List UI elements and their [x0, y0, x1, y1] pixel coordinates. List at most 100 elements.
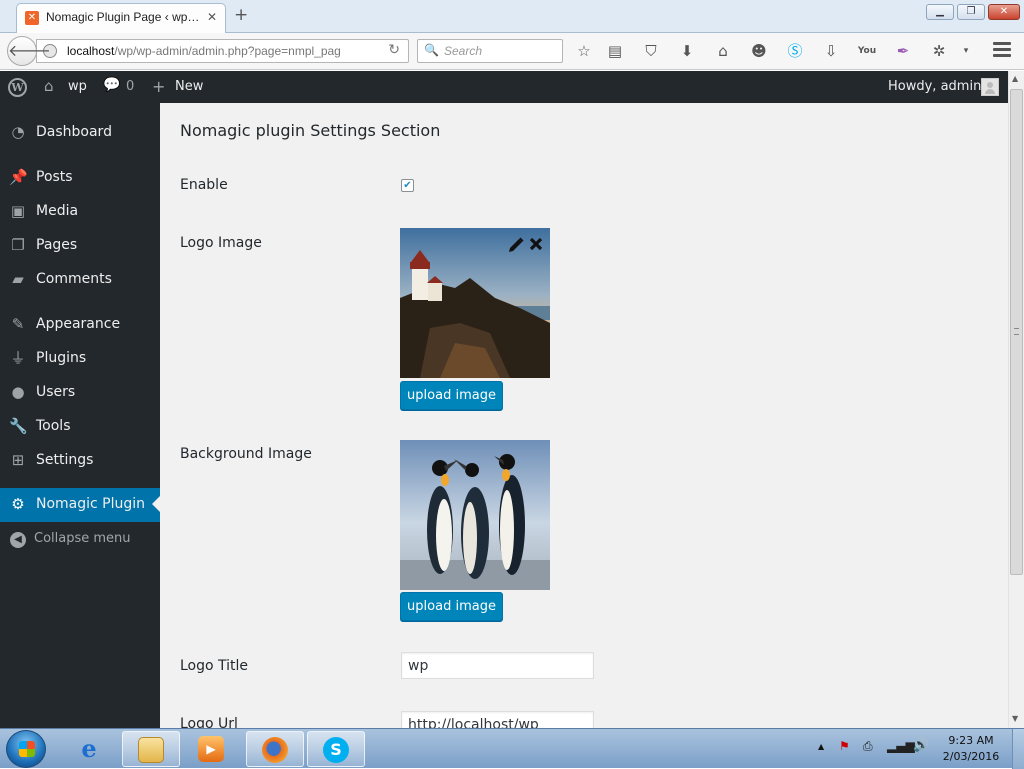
taskbar-firefox[interactable] [246, 731, 304, 767]
sidebar-item-label: Posts [36, 169, 73, 185]
url-bar[interactable]: localhost/wp/wp-admin/admin.php?page=nmp… [36, 39, 409, 63]
enable-checkbox[interactable]: ✔ [401, 179, 414, 192]
file-explorer-icon [138, 737, 164, 763]
media-player-icon: ▶ [198, 736, 224, 762]
plug-icon: ⏚ [10, 349, 26, 367]
pin-icon: 📌 [9, 168, 28, 186]
reload-icon[interactable]: ↻ [388, 42, 400, 58]
search-icon: 🔍 [424, 43, 439, 57]
network-icon[interactable]: ▂▄▆ [887, 739, 915, 753]
sidebar-item-dashboard[interactable]: ◔ Dashboard [0, 116, 160, 150]
downloader-icon[interactable]: ⇩ [821, 41, 841, 61]
reading-list-icon[interactable]: ▤ [605, 41, 625, 61]
comment-bubble-icon[interactable]: 💬 [103, 77, 120, 93]
back-button[interactable]: 🡐 [7, 36, 51, 66]
taskbar-internet-explorer[interactable]: e [61, 731, 119, 767]
window-maximize-button[interactable]: ❐ [957, 4, 985, 20]
tab-title: Nomagic Plugin Page ‹ wp… [46, 10, 200, 24]
internet-explorer-icon: e [81, 734, 97, 763]
pencil-edit-icon[interactable] [507, 236, 525, 254]
sidebar-item-tools[interactable]: 🔧 Tools [0, 410, 160, 444]
sidebar-item-label: Dashboard [36, 124, 112, 140]
download-icon[interactable]: ⬇ [677, 41, 697, 61]
skype-icon[interactable]: Ⓢ [785, 41, 805, 61]
sidebar-item-appearance[interactable]: ✎ Appearance [0, 308, 160, 342]
youtube-icon[interactable]: You [857, 41, 877, 61]
avatar[interactable] [981, 78, 999, 96]
bookmark-star-icon[interactable]: ☆ [574, 41, 594, 61]
vertical-scrollbar[interactable]: ▲ ▼ [1008, 71, 1024, 728]
pocket-icon[interactable]: ⛉ [641, 41, 661, 61]
clock-date: 2/03/2016 [942, 750, 1000, 763]
dropdown-icon[interactable]: ▾ [956, 41, 976, 61]
sidebar-item-pages[interactable]: ❐ Pages [0, 229, 160, 263]
logo-url-label: Logo Url [180, 716, 238, 728]
taskbar-clock[interactable]: 9:23 AM 2/03/2016 [940, 733, 1002, 765]
browser-tab[interactable]: ✕ Nomagic Plugin Page ‹ wp… ✕ [16, 3, 226, 33]
plus-icon[interactable]: + [152, 77, 165, 96]
feather-icon[interactable]: ✒ [893, 41, 913, 61]
window-minimize-button[interactable]: ▁ [926, 4, 954, 20]
upload-logo-image-button[interactable]: upload image [400, 381, 503, 410]
logo-title-input[interactable]: wp [401, 652, 594, 679]
new-tab-button[interactable]: + [234, 5, 248, 25]
start-button[interactable] [6, 730, 46, 768]
settings-content: Nomagic plugin Settings Section Enable ✔… [160, 103, 1008, 728]
wordpress-logo-icon[interactable]: W [8, 78, 27, 97]
extension-icon[interactable]: ✲ [929, 41, 949, 61]
collapse-menu-button[interactable]: ◀ Collapse menu [0, 523, 160, 557]
scroll-up-icon[interactable]: ▲ [1012, 74, 1018, 83]
scroll-down-icon[interactable]: ▼ [1012, 714, 1018, 723]
sidebar-item-users[interactable]: ● Users [0, 376, 160, 410]
windows-logo-icon [19, 741, 35, 757]
sidebar-item-posts[interactable]: 📌 Posts [0, 161, 160, 195]
background-image-label: Background Image [180, 446, 312, 462]
user-icon: ● [11, 383, 25, 401]
logo-image-preview [400, 228, 550, 378]
browser-titlebar: ✕ Nomagic Plugin Page ‹ wp… ✕ + ▁ ❐ ✕ [0, 0, 1024, 33]
enable-label: Enable [180, 177, 228, 193]
action-center-icon[interactable]: ⚑ [839, 739, 850, 753]
menu-icon[interactable] [993, 42, 1011, 60]
sidebar-item-label: Settings [36, 452, 94, 468]
home-icon[interactable]: ⌂ [44, 77, 54, 95]
howdy-user-link[interactable]: Howdy, admin [888, 79, 981, 94]
url-text[interactable]: localhost/wp/wp-admin/admin.php?page=nmp… [67, 44, 341, 58]
sidebar-item-settings[interactable]: ⊞ Settings [0, 444, 160, 478]
sidebar-item-label: Users [36, 384, 76, 400]
search-input[interactable]: 🔍 Search [417, 39, 563, 63]
window-close-button[interactable]: ✕ [988, 4, 1020, 20]
collapse-arrow-icon: ◀ [10, 532, 26, 548]
comments-count[interactable]: 0 [126, 79, 134, 94]
smiley-icon[interactable]: ☻ [749, 41, 769, 61]
volume-icon[interactable]: 🔊 [913, 738, 929, 753]
sidebar-item-nomagic-plugin[interactable]: ⚙ Nomagic Plugin [0, 488, 160, 522]
gear-icon: ⚙ [11, 495, 25, 513]
upload-background-image-button[interactable]: upload image [400, 592, 503, 621]
sidebar-item-plugins[interactable]: ⏚ Plugins [0, 342, 160, 376]
background-image-preview [400, 440, 550, 590]
logo-url-input[interactable]: http://localhost/wp [401, 711, 594, 728]
windows-taskbar: e ▶ S ▲ ⚑ ⎙ ▂▄▆ 🔊 9:23 AM 2/03/2016 [0, 728, 1024, 769]
sidebar-item-label: Pages [36, 237, 78, 253]
taskbar-file-explorer[interactable] [122, 731, 180, 767]
tab-close-icon[interactable]: ✕ [207, 10, 217, 24]
device-icon[interactable]: ⎙ [863, 739, 873, 754]
site-name-link[interactable]: wp [68, 79, 87, 94]
settings-icon: ⊞ [11, 451, 25, 469]
firefox-icon [262, 737, 288, 763]
show-desktop-button[interactable] [1012, 729, 1024, 769]
taskbar-media-player[interactable]: ▶ [183, 731, 241, 767]
sidebar-item-label: Nomagic Plugin [36, 496, 146, 512]
remove-image-icon[interactable] [528, 236, 544, 252]
tray-expand-icon[interactable]: ▲ [818, 742, 824, 751]
new-content-link[interactable]: New [175, 79, 203, 94]
wp-admin-bar: W ⌂ wp 💬 0 + New Howdy, admin [0, 71, 1024, 103]
home-icon[interactable]: ⌂ [713, 41, 733, 61]
scrollbar-thumb[interactable] [1010, 89, 1023, 575]
collapse-menu-label: Collapse menu [34, 531, 131, 546]
taskbar-skype[interactable]: S [307, 731, 365, 767]
sidebar-item-comments[interactable]: ▰ Comments [0, 263, 160, 297]
sidebar-item-media[interactable]: ▣ Media [0, 195, 160, 229]
brush-icon: ✎ [11, 315, 25, 333]
